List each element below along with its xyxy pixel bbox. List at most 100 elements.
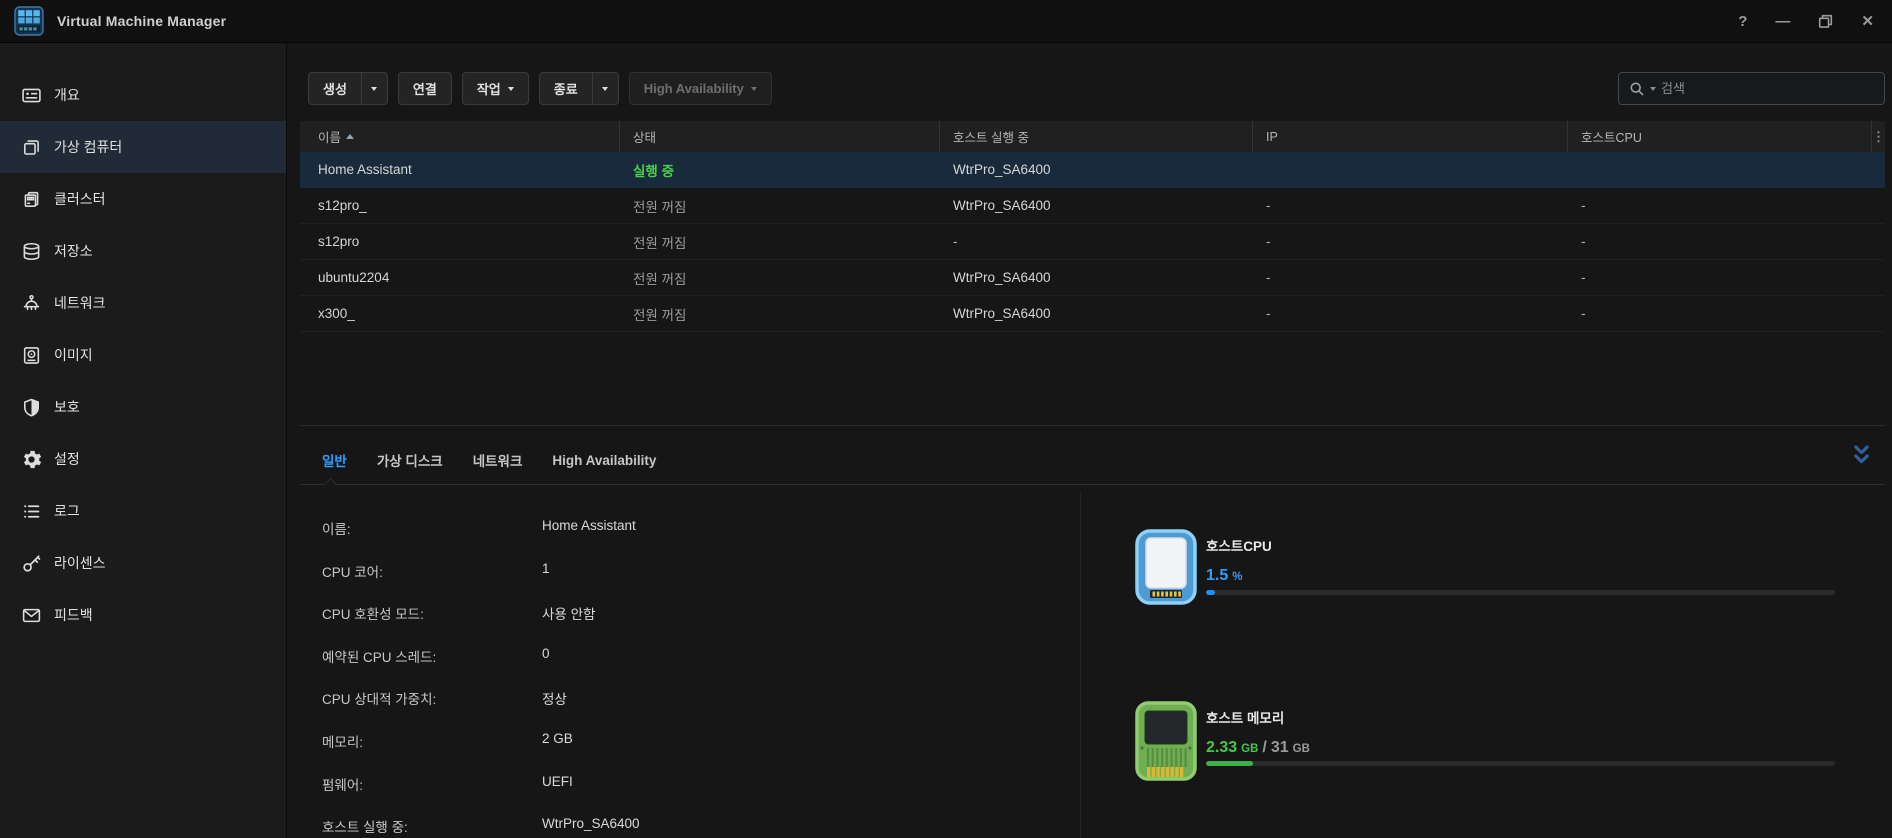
action-button-label: 작업 [477,79,501,98]
minimize-icon[interactable]: — [1775,11,1790,31]
column-header-name[interactable]: 이름 [300,121,620,152]
vm-table-body: Home Assistant실행 중WtrPro_SA6400s12pro_전원… [300,152,1885,332]
tab-high-availability[interactable]: High Availability [552,453,656,468]
detail-field-value: 사용 안함 [542,603,595,623]
detail-field-row: CPU 코어:1 [322,561,1040,604]
vm-host-cell: WtrPro_SA6400 [940,198,1253,213]
vm-host-cell: WtrPro_SA6400 [940,306,1253,321]
app-title: Virtual Machine Manager [57,13,226,29]
sidebar-item-settings[interactable]: 설정 [0,433,286,485]
detail-field-value: UEFI [542,774,573,789]
vm-name-cell: x300_ [300,306,620,321]
vm-cpu-cell: - [1568,306,1872,321]
detail-tabs: 일반 가상 디스크 네트워크 High Availability [300,426,1885,485]
column-header-ip[interactable]: IP [1253,121,1568,152]
column-header-label: 호스트 실행 중 [953,127,1029,146]
tab-네트워크[interactable]: 네트워크 [473,450,523,470]
sidebar-item-label: 저장소 [54,241,93,261]
search-icon [1629,81,1645,97]
column-header-cpu[interactable]: 호스트CPU [1568,121,1872,152]
tab-일반[interactable]: 일반 [322,450,347,470]
vm-table: 이름 상태 호스트 실행 중 IP 호스트CPU ⋮ Home Assistant실행 중… [300,121,1885,332]
column-header-label: 이름 [318,127,341,146]
help-icon[interactable]: ? [1738,11,1747,31]
host-cpu-bar-fill [1206,590,1215,595]
sidebar-item-storage[interactable]: 저장소 [0,225,286,277]
action-dropdown-arrow [508,87,514,91]
sidebar-item-virtual-machine[interactable]: 가상 컴퓨터 [0,121,286,173]
column-header-label: 호스트CPU [1581,127,1642,146]
sidebar-item-license[interactable]: 라이센스 [0,537,286,589]
high-availability-label: High Availability [644,81,744,96]
sidebar-item-cluster[interactable]: 클러스터 [0,173,286,225]
toolbar: 생성 연결 작업 종료 High Availability [308,72,1885,105]
cluster-icon [21,189,42,210]
shutdown-button[interactable]: 종료 [539,72,619,105]
table-row[interactable]: ubuntu2204전원 꺼짐WtrPro_SA6400-- [300,260,1885,296]
restore-icon[interactable] [1818,11,1833,31]
sidebar-item-feedback[interactable]: 피드백 [0,589,286,641]
vm-name-cell: ubuntu2204 [300,270,620,285]
search-box[interactable] [1618,72,1885,105]
vm-status-cell: 전원 꺼짐 [620,304,940,324]
table-row[interactable]: s12pro_전원 꺼짐WtrPro_SA6400-- [300,188,1885,224]
ha-dropdown-arrow [751,87,757,91]
detail-field-row: 호스트 실행 중:WtrPro_SA6400 [322,816,1040,838]
detail-panel: 일반 가상 디스크 네트워크 High Availability 이름:Home As… [300,425,1885,780]
vm-name-cell: s12pro [300,234,620,249]
column-header-status[interactable]: 상태 [620,121,940,152]
column-menu-icon[interactable]: ⋮ [1872,121,1885,152]
sidebar-item-network[interactable]: 네트워크 [0,277,286,329]
table-row[interactable]: Home Assistant실행 중WtrPro_SA6400 [300,152,1885,188]
detail-field-row: 이름:Home Assistant [322,518,1040,561]
vm-table-header: 이름 상태 호스트 실행 중 IP 호스트CPU ⋮ [300,121,1885,152]
titlebar: Virtual Machine Manager ? — ✕ [0,0,1892,43]
host-memory-bar-fill [1206,761,1253,766]
protection-icon [21,397,42,418]
create-button-label[interactable]: 생성 [309,73,361,104]
detail-field-label: 이름: [322,518,542,538]
host-cpu-gauge: 호스트CPU 1.5% [1080,529,1885,619]
window-controls: ? — ✕ [1738,11,1874,31]
detail-field-value: 정상 [542,688,567,708]
detail-field-label: 예약된 CPU 스레드: [322,646,542,666]
sidebar-nav: 개요가상 컴퓨터클러스터저장소네트워크이미지보호설정로그라이센스피드백 [0,43,287,838]
sidebar-item-protection[interactable]: 보호 [0,381,286,433]
sidebar-item-log[interactable]: 로그 [0,485,286,537]
table-row[interactable]: s12pro전원 꺼짐--- [300,224,1885,260]
vm-status-cell: 전원 꺼짐 [620,268,940,288]
vm-ip-cell: - [1253,198,1568,213]
action-button[interactable]: 작업 [462,72,529,105]
sidebar-item-overview[interactable]: 개요 [0,69,286,121]
vm-ip-cell: - [1253,270,1568,285]
high-availability-button[interactable]: High Availability [629,72,772,105]
create-dropdown-arrow[interactable] [361,73,387,104]
sidebar-item-label: 개요 [54,85,80,105]
sidebar-item-image[interactable]: 이미지 [0,329,286,381]
column-header-host[interactable]: 호스트 실행 중 [940,121,1253,152]
vm-cpu-cell: - [1568,270,1872,285]
close-icon[interactable]: ✕ [1861,11,1874,31]
sidebar-item-label: 네트워크 [54,293,106,313]
sidebar-item-label: 피드백 [54,605,93,625]
tab-가상-디스크[interactable]: 가상 디스크 [377,450,443,470]
overview-icon [21,85,42,106]
shutdown-dropdown-arrow[interactable] [592,73,618,104]
search-scope-arrow[interactable] [1650,87,1656,91]
create-button[interactable]: 생성 [308,72,388,105]
virtual-machine-icon [21,137,42,158]
table-row[interactable]: x300_전원 꺼짐WtrPro_SA6400-- [300,296,1885,332]
shutdown-button-label[interactable]: 종료 [540,73,592,104]
detail-body: 이름:Home AssistantCPU 코어:1CPU 호환성 모드:사용 안… [300,485,1885,780]
host-cpu-bar [1206,590,1835,595]
connect-button-label[interactable]: 연결 [399,73,451,104]
detail-field-label: CPU 코어: [322,561,542,581]
detail-field-label: 호스트 실행 중: [322,816,542,836]
search-input[interactable] [1661,81,1874,96]
connect-button[interactable]: 연결 [398,72,452,105]
sidebar-item-label: 라이센스 [54,553,106,573]
vm-status-cell: 전원 꺼짐 [620,196,940,216]
vm-host-cell: WtrPro_SA6400 [940,162,1253,177]
vm-cpu-cell: - [1568,234,1872,249]
collapse-panel-button[interactable] [1850,442,1872,468]
